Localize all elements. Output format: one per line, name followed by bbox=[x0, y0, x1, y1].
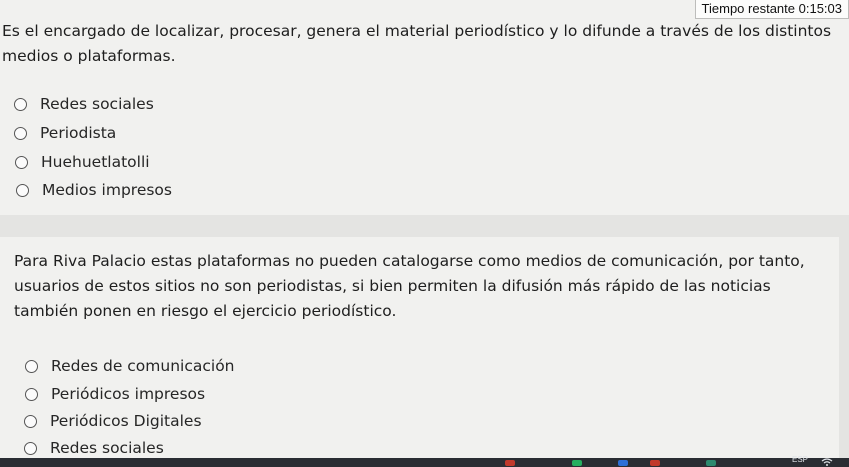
question-2-option-2[interactable]: Periódicos impresos bbox=[25, 383, 205, 405]
taskbar-app-icon[interactable] bbox=[706, 460, 716, 466]
time-remaining: Tiempo restante 0:15:03 bbox=[694, 0, 849, 19]
taskbar-app-icon[interactable] bbox=[650, 460, 660, 466]
option-label: Redes de comunicación bbox=[51, 357, 235, 375]
wifi-icon[interactable] bbox=[821, 458, 833, 466]
taskbar-app-icon[interactable] bbox=[618, 460, 628, 466]
question-2-option-4[interactable]: Redes sociales bbox=[24, 437, 164, 459]
radio-button[interactable] bbox=[25, 359, 38, 373]
taskbar-app-icon[interactable] bbox=[572, 460, 582, 466]
question-1-text: Es el encargado de localizar, procesar, … bbox=[2, 22, 832, 65]
option-label: Redes sociales bbox=[40, 95, 154, 113]
radio-button[interactable] bbox=[25, 387, 38, 401]
time-remaining-value: 0:15:03 bbox=[798, 1, 842, 16]
option-label: Medios impresos bbox=[42, 181, 172, 199]
time-remaining-label: Tiempo restante bbox=[701, 1, 795, 16]
question-2-option-3[interactable]: Periódicos Digitales bbox=[24, 410, 202, 432]
radio-button[interactable] bbox=[14, 97, 27, 111]
option-label: Huehuetlatolli bbox=[41, 153, 150, 171]
option-label: Periodista bbox=[40, 124, 117, 142]
question-1-option-1[interactable]: Redes sociales bbox=[14, 93, 154, 115]
option-label: Periódicos Digitales bbox=[50, 412, 202, 430]
option-label: Redes sociales bbox=[50, 439, 164, 457]
radio-button[interactable] bbox=[15, 155, 28, 169]
language-indicator[interactable]: ESP bbox=[792, 455, 808, 464]
option-label: Periódicos impresos bbox=[51, 385, 206, 403]
question-1-option-4[interactable]: Medios impresos bbox=[16, 179, 172, 201]
question-1-option-3[interactable]: Huehuetlatolli bbox=[15, 151, 150, 173]
radio-button[interactable] bbox=[24, 441, 37, 455]
radio-button[interactable] bbox=[14, 126, 27, 140]
radio-button[interactable] bbox=[24, 414, 37, 428]
taskbar: ESP bbox=[0, 455, 849, 467]
question-2-text: Para Riva Palacio estas plataformas no p… bbox=[14, 252, 805, 320]
taskbar-app-icon[interactable] bbox=[505, 460, 515, 466]
radio-button[interactable] bbox=[16, 183, 29, 197]
question-2-option-1[interactable]: Redes de comunicación bbox=[25, 355, 235, 377]
question-1-option-2[interactable]: Periodista bbox=[14, 122, 116, 144]
